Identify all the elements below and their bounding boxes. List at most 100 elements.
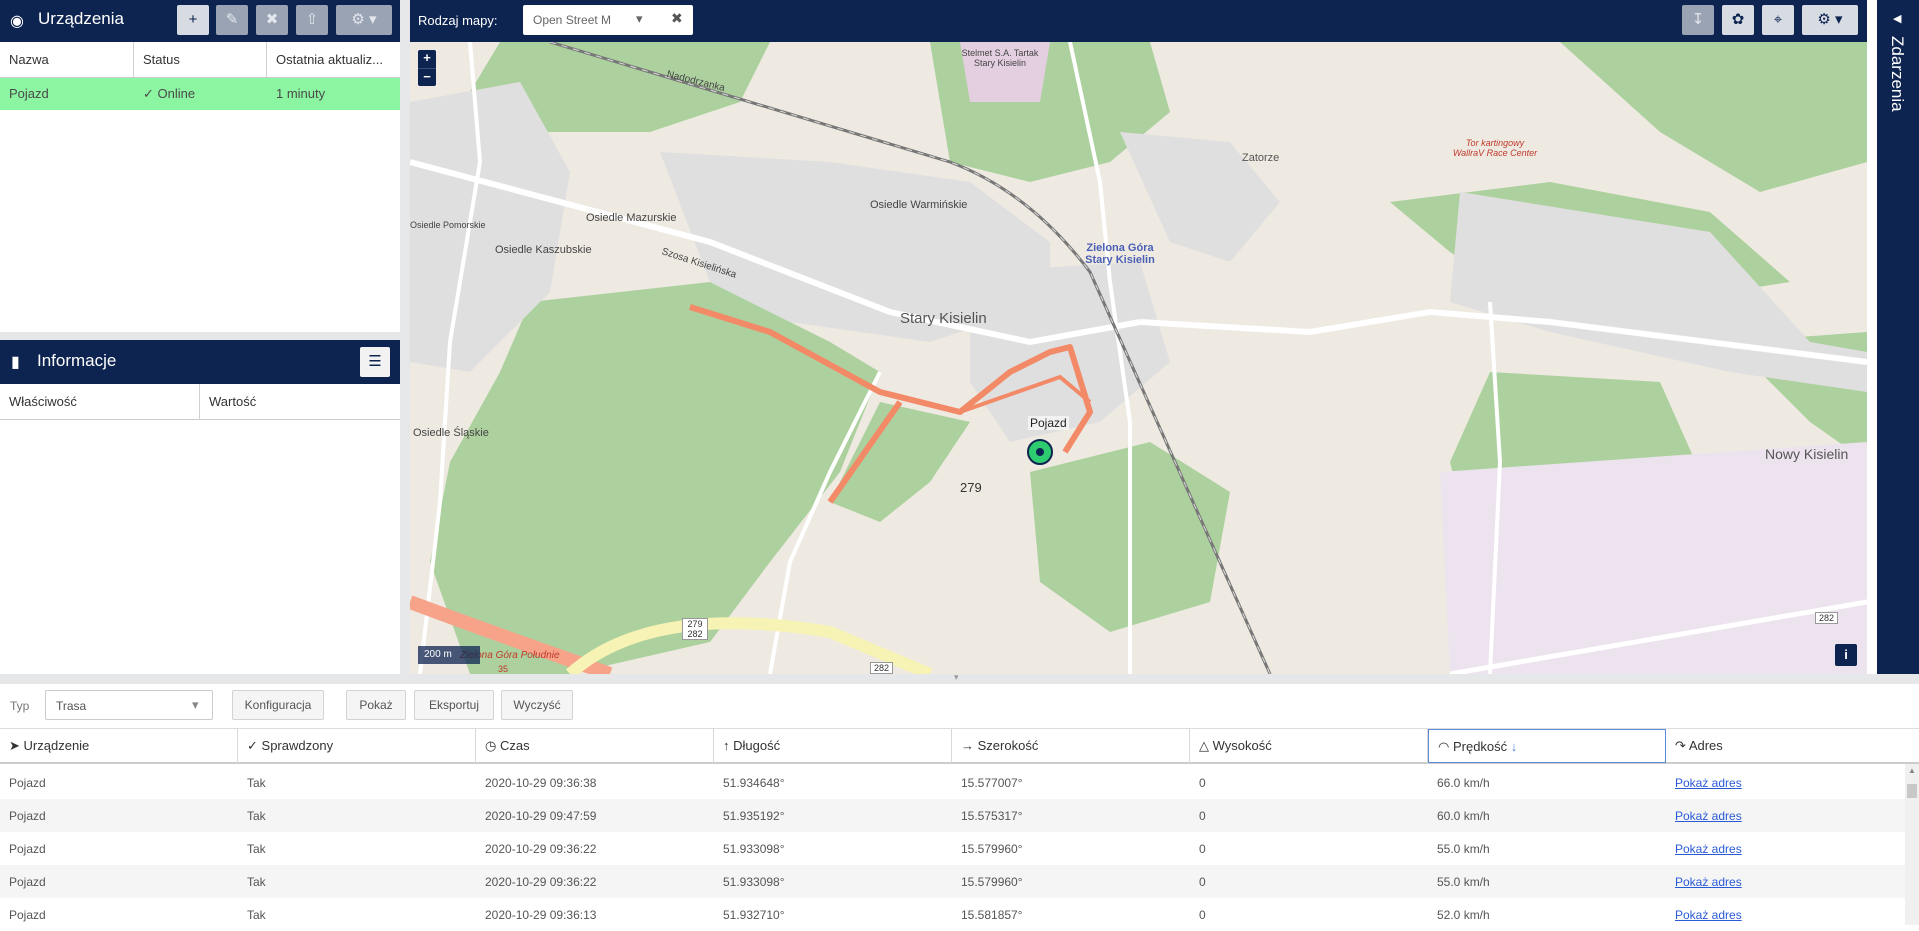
table-row[interactable]: Pojazd Tak 2020-10-29 09:36:13 51.932710° 15… [0, 898, 1905, 931]
cell-device: Pojazd [9, 908, 46, 922]
zoom-control: + − [418, 50, 436, 86]
col-name[interactable]: Nazwa [0, 42, 134, 77]
zoom-in-button[interactable]: + [418, 50, 436, 68]
label-zatorze: Zatorze [1242, 152, 1280, 164]
map-header: Rodzaj mapy: Open Street M ▾ ✖ ↧ ✿ ⌖ ⚙ ▾ [410, 0, 1867, 42]
label-osiedle-warminskie: Osiedle Warmińskie [870, 199, 968, 211]
col-valid[interactable]: ✓ Sprawdzony [238, 729, 476, 763]
col-speed[interactable]: ◠ Prędkość ↓ [1428, 729, 1666, 763]
cell-longitude: 15.581857° [961, 908, 1023, 922]
cell-time: 2020-10-29 09:36:13 [485, 908, 597, 922]
vertical-splitter[interactable] [400, 0, 410, 674]
remove-device-button[interactable]: ✖ [256, 5, 288, 35]
device-row[interactable]: Pojazd ✓ Online 1 minuty [0, 78, 400, 110]
cell-longitude: 15.579960° [961, 842, 1023, 856]
cell-altitude: 0 [1199, 875, 1206, 889]
cell-longitude: 15.579960° [961, 875, 1023, 889]
zoom-out-button[interactable]: − [418, 68, 436, 87]
events-panel-collapsed[interactable]: ◀ Zdarzenia [1877, 0, 1919, 674]
map-view[interactable]: 279 Stary Kisielin Nowy Kisielin Zatorze… [410, 42, 1867, 674]
scroll-up-icon[interactable]: ▲ [1908, 766, 1916, 775]
device-name: Pojazd [9, 86, 49, 101]
chevron-down-icon[interactable]: ▾ [192, 697, 199, 713]
report-table-header: ➤ Urządzenie ✓ Sprawdzony ◷ Czas ↑ Długo… [0, 728, 1919, 764]
cell-address[interactable]: Pokaż adres [1675, 875, 1742, 889]
col-last-update[interactable]: Ostatnia aktualiz... [267, 42, 400, 77]
cell-latitude: 51.935192° [723, 809, 785, 823]
map-canvas: 279 [410, 42, 1867, 674]
export-button[interactable]: Eksportuj [414, 690, 494, 720]
col-device[interactable]: ➤ Urządzenie [0, 729, 238, 763]
horizontal-splitter[interactable]: ▾ [0, 672, 1919, 684]
speedometer-icon: ◠ [1438, 739, 1450, 754]
col-latitude[interactable]: ↑ Długość [714, 729, 952, 763]
label-osiedle-mazurskie: Osiedle Mazurskie [586, 212, 677, 224]
scrollbar-thumb[interactable] [1907, 784, 1917, 798]
attribution-button[interactable]: i [1835, 644, 1857, 666]
show-button[interactable]: Pokaż [346, 690, 406, 720]
col-value[interactable]: Wartość [200, 384, 400, 419]
vertical-scrollbar[interactable]: ▲ [1905, 764, 1919, 925]
table-row[interactable]: Pojazd Tak 2020-10-29 09:47:59 51.935192° 15… [0, 799, 1905, 832]
cell-address[interactable]: Pokaż adres [1675, 776, 1742, 790]
col-longitude[interactable]: → Szerokość [952, 729, 1190, 763]
cell-time: 2020-10-29 09:36:22 [485, 842, 597, 856]
route-shield-282: 282 [870, 662, 894, 674]
altitude-icon: △ [1199, 738, 1209, 753]
table-row[interactable]: Pojazd Tak 2020-10-29 09:36:22 51.933098° 15… [0, 832, 1905, 865]
cell-device: Pojazd [9, 842, 46, 856]
panel-splitter[interactable] [0, 332, 400, 340]
cell-altitude: 0 [1199, 809, 1206, 823]
scale-bar: 200 m [418, 646, 480, 664]
add-device-button[interactable]: + [177, 5, 209, 35]
info-title: Informacje [37, 351, 117, 370]
table-row[interactable]: Pojazd Tak 2020-10-29 09:36:22 51.933098° 15… [0, 865, 1905, 898]
chevron-down-icon[interactable]: ▾ [636, 11, 643, 27]
devices-header: ◉ Urządzenia + ✎ ✖ ⇧ ⚙ ▾ [0, 0, 400, 42]
edit-device-button[interactable]: ✎ [216, 5, 248, 35]
map-type-select[interactable]: Open Street M ▾ ✖ [523, 5, 693, 35]
report-type-select[interactable]: Trasa ▾ [45, 690, 213, 720]
info-menu-button[interactable]: ☰ [360, 347, 390, 377]
col-altitude[interactable]: △ Wysokość [1190, 729, 1428, 763]
info-header: ▮ Informacje ☰ [0, 340, 400, 384]
send-command-button[interactable]: ⇧ [296, 5, 328, 35]
col-status[interactable]: Status [134, 42, 267, 77]
col-property[interactable]: Właściwość [0, 384, 200, 419]
cell-address[interactable]: Pokaż adres [1675, 809, 1742, 823]
col-address[interactable]: ↷ Adres [1666, 729, 1919, 763]
cell-time: 2020-10-29 09:36:38 [485, 776, 597, 790]
configure-button[interactable]: Konfiguracja [232, 690, 324, 720]
cell-device: Pojazd [9, 875, 46, 889]
route-shield-35: 35 [498, 664, 509, 674]
devices-table-header: Nazwa Status Ostatnia aktualiz... [0, 42, 400, 78]
cell-speed: 66.0 km/h [1437, 776, 1490, 790]
cell-time: 2020-10-29 09:47:59 [485, 809, 597, 823]
clear-icon[interactable]: ✖ [671, 10, 683, 27]
cell-valid: Tak [247, 842, 266, 856]
cell-time: 2020-10-29 09:36:22 [485, 875, 597, 889]
map-type-value: Open Street M [533, 13, 612, 27]
label-stelmet: Stelmet S.A. Tartak Stary Kisielin [961, 48, 1039, 68]
table-row[interactable]: Pojazd Tak 2020-10-29 09:36:38 51.934648° 15… [0, 766, 1905, 799]
signpost-icon: ↷ [1675, 738, 1686, 753]
cell-speed: 55.0 km/h [1437, 875, 1490, 889]
label-tor-kartingowy: Tor kartingowy WallraV Race Center [1452, 138, 1538, 158]
label-osiedle-kaszubskie: Osiedle Kaszubskie [495, 244, 592, 256]
vehicle-label[interactable]: Pojazd [1028, 416, 1069, 430]
cell-speed: 60.0 km/h [1437, 809, 1490, 823]
chevron-left-icon[interactable]: ◀ [1893, 12, 1901, 25]
collapse-down-icon[interactable]: ▾ [954, 672, 959, 683]
events-title: Zdarzenia [1888, 36, 1907, 112]
device-status: ✓ Online [143, 86, 196, 101]
download-button[interactable]: ↧ [1682, 5, 1714, 35]
locate-icon[interactable]: ⌖ [1762, 5, 1794, 35]
paw-icon[interactable]: ✿ [1722, 5, 1754, 35]
device-settings-button[interactable]: ⚙ ▾ [336, 5, 392, 35]
col-time[interactable]: ◷ Czas [476, 729, 714, 763]
map-settings-button[interactable]: ⚙ ▾ [1802, 5, 1858, 35]
check-icon: ✓ [247, 738, 258, 753]
cell-address[interactable]: Pokaż adres [1675, 908, 1742, 922]
cell-address[interactable]: Pokaż adres [1675, 842, 1742, 856]
clear-button[interactable]: Wyczyść [501, 690, 573, 720]
